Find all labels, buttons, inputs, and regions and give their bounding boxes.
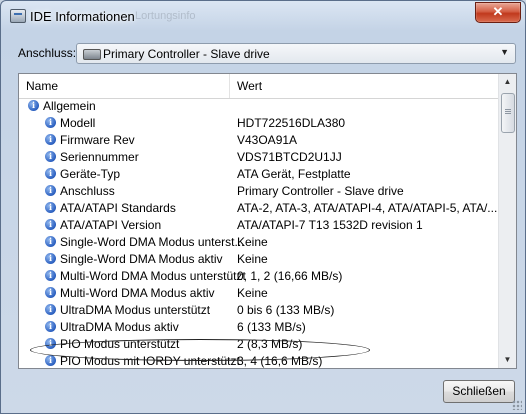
row-value: 0, 1, 2 (16,66 MB/s) <box>237 269 343 283</box>
anschluss-selected-value: Primary Controller - Slave drive <box>103 47 270 61</box>
row-value: Keine <box>237 286 268 300</box>
row-value: HDT722516DLA380 <box>237 116 346 130</box>
list-row[interactable]: i Single-Word DMA Modus unterst... Keine <box>19 234 499 251</box>
list-row[interactable]: i Multi-Word DMA Modus unterstützt 0, 1, 2… <box>19 268 499 285</box>
chevron-down-icon: ▼ <box>500 47 509 57</box>
list-row[interactable]: i Multi-Word DMA Modus aktiv Keine <box>19 285 499 302</box>
column-divider[interactable] <box>229 74 230 98</box>
info-icon: i <box>45 219 56 230</box>
group-row-allgemein[interactable]: i Allgemein <box>19 98 499 115</box>
row-value: 6 (133 MB/s) <box>237 320 306 334</box>
info-icon: i <box>45 134 56 145</box>
background-window-title: Lortungsinfo <box>135 10 196 22</box>
dialog-window: IDE Informationen Lortungsinfo ✕ Anschlu… <box>0 0 526 414</box>
info-icon: i <box>45 338 56 349</box>
info-icon: i <box>45 151 56 162</box>
row-name: ATA/ATAPI Version <box>60 218 162 232</box>
list-row[interactable]: i Geräte-Typ ATA Gerät, Festplatte <box>19 166 499 183</box>
list-row[interactable]: i UltraDMA Modus aktiv 6 (133 MB/s) <box>19 319 499 336</box>
list-row[interactable]: i Firmware Rev V43OA91A <box>19 132 499 149</box>
row-name: Modell <box>60 116 96 130</box>
row-name: Single-Word DMA Modus aktiv <box>60 252 223 266</box>
resize-grip[interactable] <box>512 400 522 410</box>
column-header-name[interactable]: Name <box>26 79 58 93</box>
app-icon <box>10 9 26 23</box>
scroll-thumb[interactable] <box>501 93 515 133</box>
info-icon: i <box>45 304 56 315</box>
title-bar[interactable]: IDE Informationen Lortungsinfo ✕ <box>1 1 525 33</box>
list-header: Name Wert <box>19 74 499 99</box>
row-value: 0 bis 6 (133 MB/s) <box>237 303 335 317</box>
row-value: Primary Controller - Slave drive <box>237 184 404 198</box>
row-name: PIO Modus unterstützt <box>60 337 180 351</box>
info-icon: i <box>45 253 56 264</box>
drive-icon <box>83 49 101 60</box>
list-row[interactable]: i Anschluss Primary Controller - Slave dri… <box>19 183 499 200</box>
list-row[interactable]: i ATA/ATAPI Standards ATA-2, ATA-3, ATA/AT… <box>19 200 499 217</box>
row-value: ATA-2, ATA-3, ATA/ATAPI-4, ATA/ATAPI-5, … <box>237 201 498 215</box>
row-name: Anschluss <box>60 184 115 198</box>
window-title: IDE Informationen <box>30 9 135 24</box>
info-icon: i <box>45 321 56 332</box>
row-name: Single-Word DMA Modus unterst... <box>60 235 245 249</box>
row-value: 2 (8,3 MB/s) <box>237 337 303 351</box>
info-icon: i <box>45 202 56 213</box>
column-header-value[interactable]: Wert <box>237 79 262 93</box>
anschluss-dropdown[interactable]: Primary Controller - Slave drive ▼ <box>76 43 516 64</box>
info-icon: i <box>45 117 56 128</box>
schliessen-button[interactable]: Schließen <box>443 380 515 403</box>
row-name: PIO Modus mit IORDY unterstützt <box>60 354 240 368</box>
list-row[interactable]: i PIO Modus mit IORDY unterstützt 3, 4 (16… <box>19 353 499 368</box>
row-name: Firmware Rev <box>60 133 135 147</box>
vertical-scrollbar[interactable]: ▲ ▼ <box>498 74 516 368</box>
list-row[interactable]: i Single-Word DMA Modus aktiv Keine <box>19 251 499 268</box>
row-value: 3, 4 (16,6 MB/s) <box>237 354 323 368</box>
row-name: ATA/ATAPI Standards <box>60 201 176 215</box>
row-value: ATA/ATAPI-7 T13 1532D revision 1 <box>237 218 423 232</box>
list-row[interactable]: i PIO Modus unterstützt 2 (8,3 MB/s) <box>19 336 499 353</box>
info-icon: i <box>28 100 39 111</box>
anschluss-label: Anschluss: <box>18 46 77 60</box>
scroll-down-arrow-icon[interactable]: ▼ <box>500 352 515 368</box>
properties-list[interactable]: Name Wert i Allgemein i Modell HDT722516DL… <box>18 73 517 369</box>
row-value: ATA Gerät, Festplatte <box>237 167 351 181</box>
row-name: UltraDMA Modus aktiv <box>60 320 179 334</box>
scroll-up-arrow-icon[interactable]: ▲ <box>500 74 515 90</box>
list-row[interactable]: i Modell HDT722516DLA380 <box>19 115 499 132</box>
row-name: Multi-Word DMA Modus unterstützt <box>60 269 246 283</box>
row-value: VDS71BTCD2U1JJ <box>237 150 342 164</box>
list-row[interactable]: i Seriennummer VDS71BTCD2U1JJ <box>19 149 499 166</box>
info-icon: i <box>45 270 56 281</box>
info-icon: i <box>45 185 56 196</box>
info-icon: i <box>45 355 56 366</box>
info-icon: i <box>45 236 56 247</box>
info-icon: i <box>45 287 56 298</box>
list-row[interactable]: i ATA/ATAPI Version ATA/ATAPI-7 T13 1532D … <box>19 217 499 234</box>
group-label: Allgemein <box>43 99 96 113</box>
list-rows: i Allgemein i Modell HDT722516DLA380 i Firmw… <box>19 98 499 368</box>
row-value: Keine <box>237 235 268 249</box>
row-name: UltraDMA Modus unterstützt <box>60 303 211 317</box>
row-name: Seriennummer <box>60 150 139 164</box>
window-close-button[interactable]: ✕ <box>475 2 521 23</box>
row-value: Keine <box>237 252 268 266</box>
row-name: Geräte-Typ <box>60 167 121 181</box>
info-icon: i <box>45 168 56 179</box>
list-row[interactable]: i UltraDMA Modus unterstützt 0 bis 6 (133 … <box>19 302 499 319</box>
row-value: V43OA91A <box>237 133 298 147</box>
row-name: Multi-Word DMA Modus aktiv <box>60 286 215 300</box>
